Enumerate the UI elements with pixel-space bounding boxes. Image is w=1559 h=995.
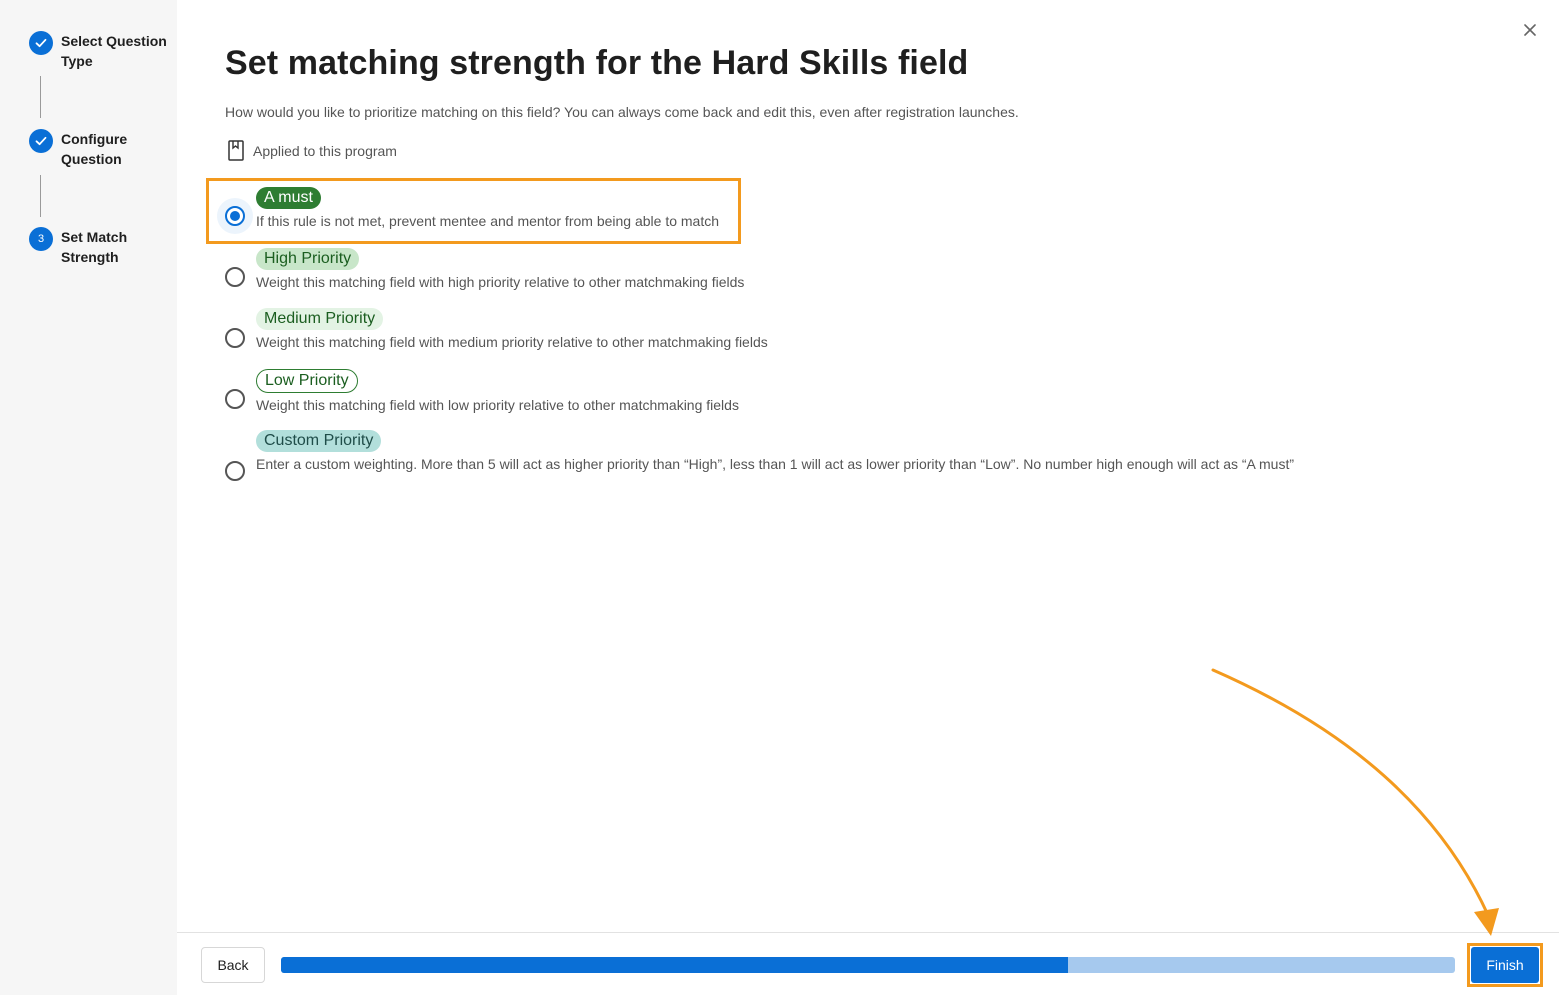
option-low-priority[interactable]: Low Priority Weight this matching field … <box>206 369 739 429</box>
priority-chip: High Priority <box>256 248 360 270</box>
priority-chip: Custom Priority <box>256 430 382 452</box>
applied-label: Applied to this program <box>253 142 397 159</box>
radio-button[interactable] <box>225 389 245 409</box>
step-number: 3 <box>29 227 53 251</box>
check-icon <box>29 129 53 153</box>
close-button[interactable] <box>1518 18 1542 42</box>
radio-button[interactable] <box>225 267 245 287</box>
option-description: Weight this matching field with high pri… <box>256 274 745 290</box>
step-configure-question[interactable]: Configure Question <box>29 129 171 169</box>
stepper-sidebar: Select Question Type Configure Question … <box>0 0 177 995</box>
progress-bar <box>281 957 1455 973</box>
radio-button[interactable] <box>225 461 245 481</box>
applied-to-program: Applied to this program <box>228 140 397 161</box>
page-subtitle: How would you like to prioritize matchin… <box>225 104 1019 120</box>
step-label: Select Question Type <box>61 33 167 69</box>
check-icon <box>29 31 53 55</box>
page-title: Set matching strength for the Hard Skill… <box>225 44 969 82</box>
book-icon <box>228 140 244 161</box>
option-custom-priority[interactable]: Custom Priority Enter a custom weighting… <box>206 430 1296 512</box>
back-button[interactable]: Back <box>201 947 265 983</box>
progress-fill <box>281 957 1068 973</box>
step-label: Set Match Strength <box>61 229 128 265</box>
step-connector <box>40 76 41 118</box>
step-select-question-type[interactable]: Select Question Type <box>29 31 171 71</box>
step-label: Configure Question <box>61 131 128 167</box>
radio-button[interactable] <box>225 328 245 348</box>
option-description: Weight this matching field with low prio… <box>256 397 739 413</box>
option-description: Weight this matching field with medium p… <box>256 334 768 350</box>
step-connector <box>40 175 41 217</box>
priority-chip: Low Priority <box>256 369 358 393</box>
selection-highlight <box>206 178 741 244</box>
step-set-match-strength[interactable]: 3 Set Match Strength <box>29 227 171 267</box>
priority-chip: Medium Priority <box>256 308 384 330</box>
option-high-priority[interactable]: High Priority Weight this matching field… <box>206 248 744 306</box>
option-description: Enter a custom weighting. More than 5 wi… <box>256 456 1295 472</box>
finish-button[interactable]: Finish <box>1471 947 1539 983</box>
option-medium-priority[interactable]: Medium Priority Weight this matching fie… <box>206 308 768 368</box>
close-icon <box>1524 24 1536 36</box>
